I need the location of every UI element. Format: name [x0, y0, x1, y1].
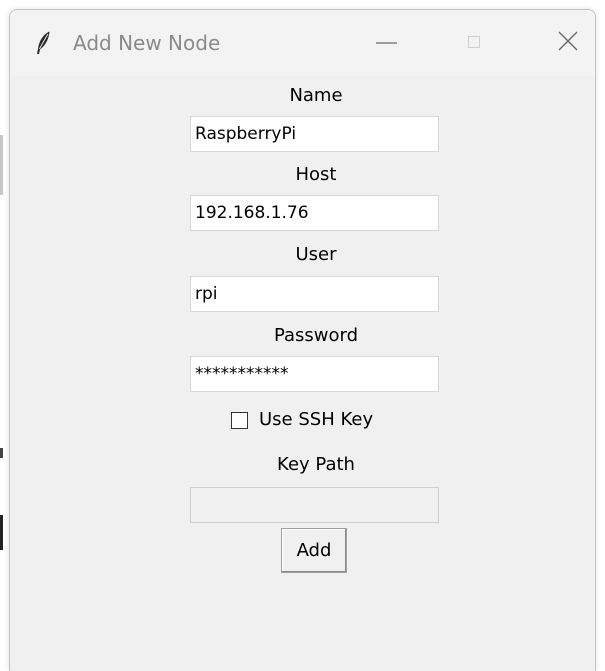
title-bar[interactable]: Add New Node	[10, 10, 595, 76]
background-window-edge	[0, 135, 3, 195]
add-node-dialog: Add New Node Name RaspberryPi Host 192.1…	[9, 9, 596, 671]
use-ssh-key-label: Use SSH Key	[259, 409, 374, 430]
key-path-input[interactable]	[190, 487, 439, 523]
host-label: Host	[295, 164, 337, 185]
minimize-icon[interactable]	[364, 22, 410, 62]
password-input[interactable]: ***********	[190, 356, 439, 392]
name-input[interactable]: RaspberryPi	[190, 116, 439, 152]
use-ssh-key-toggle[interactable]: Use SSH Key	[231, 407, 373, 433]
form-area: Name RaspberryPi Host 192.168.1.76 User …	[10, 76, 595, 671]
feather-icon	[34, 30, 52, 56]
host-input[interactable]: 192.168.1.76	[190, 195, 439, 231]
close-icon[interactable]	[549, 22, 589, 62]
password-label: Password	[273, 325, 359, 346]
background-window-edge	[0, 515, 3, 550]
add-button[interactable]: Add	[281, 528, 347, 573]
name-label: Name	[289, 85, 343, 106]
window-title: Add New Node	[73, 31, 221, 55]
use-ssh-key-checkbox[interactable]	[231, 411, 248, 429]
user-input[interactable]: rpi	[190, 276, 439, 312]
maximize-icon[interactable]	[452, 22, 498, 62]
key-path-label: Key Path	[277, 454, 355, 475]
user-label: User	[295, 244, 337, 265]
background-window-edge	[0, 448, 3, 458]
